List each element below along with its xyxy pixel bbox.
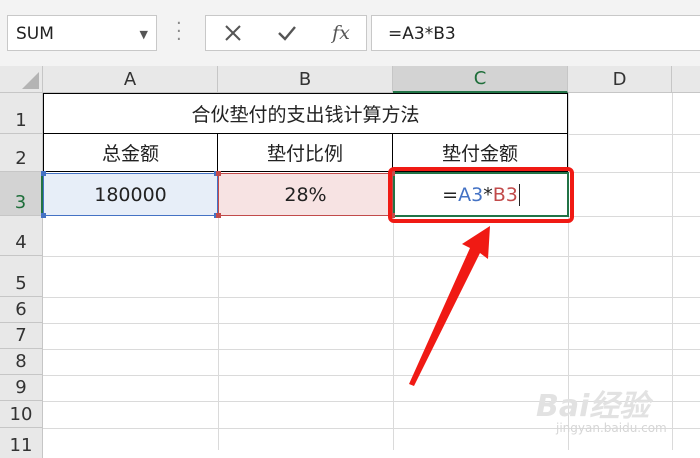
watermark-url: jingyan.baidu.com: [556, 421, 667, 435]
watermark-logo: Bai经验: [536, 389, 650, 424]
baidu-watermark: Bai经验 jingyan.baidu.com: [536, 381, 696, 441]
